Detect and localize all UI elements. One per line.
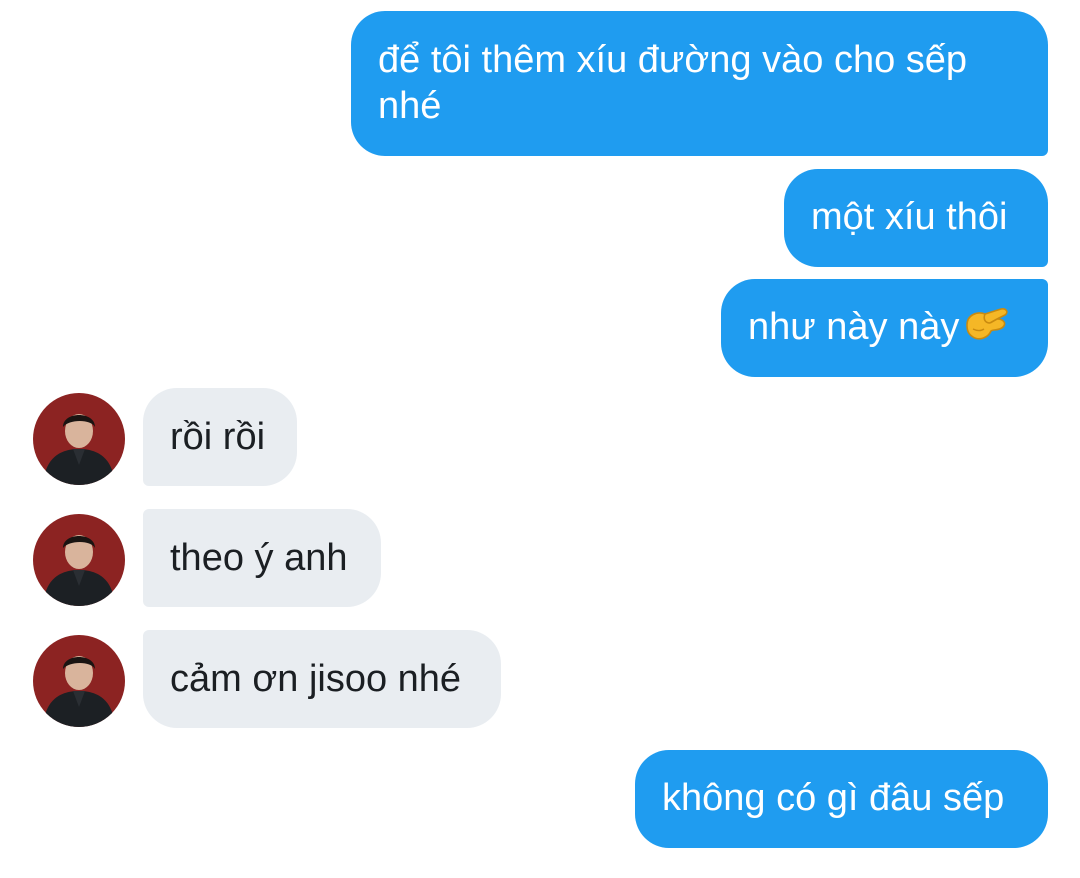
outgoing-message-bubble[interactable]: như này này (721, 279, 1048, 377)
message-text: cảm ơn jisoo nhé (170, 658, 462, 700)
pinching-hand-emoji-icon (963, 305, 1013, 345)
message-text: theo ý anh (170, 537, 348, 579)
contact-avatar[interactable] (33, 514, 125, 606)
outgoing-message-bubble[interactable]: một xíu thôi (784, 169, 1048, 267)
message-text: như này này (748, 306, 960, 348)
outgoing-message-bubble[interactable]: không có gì đâu sếp (635, 750, 1048, 848)
message-text: một xíu thôi (811, 196, 1008, 238)
incoming-message-bubble[interactable]: theo ý anh (143, 509, 381, 607)
message-text: để tôi thêm xíu đường vào cho sếp nhé (378, 39, 968, 127)
contact-avatar[interactable] (33, 393, 125, 485)
message-text: rồi rồi (170, 416, 266, 458)
contact-avatar[interactable] (33, 635, 125, 727)
incoming-message-bubble[interactable]: cảm ơn jisoo nhé (143, 630, 501, 728)
message-text: không có gì đâu sếp (662, 777, 1005, 819)
outgoing-message-bubble[interactable]: để tôi thêm xíu đường vào cho sếp nhé (351, 11, 1048, 156)
incoming-message-bubble[interactable]: rồi rồi (143, 388, 297, 486)
